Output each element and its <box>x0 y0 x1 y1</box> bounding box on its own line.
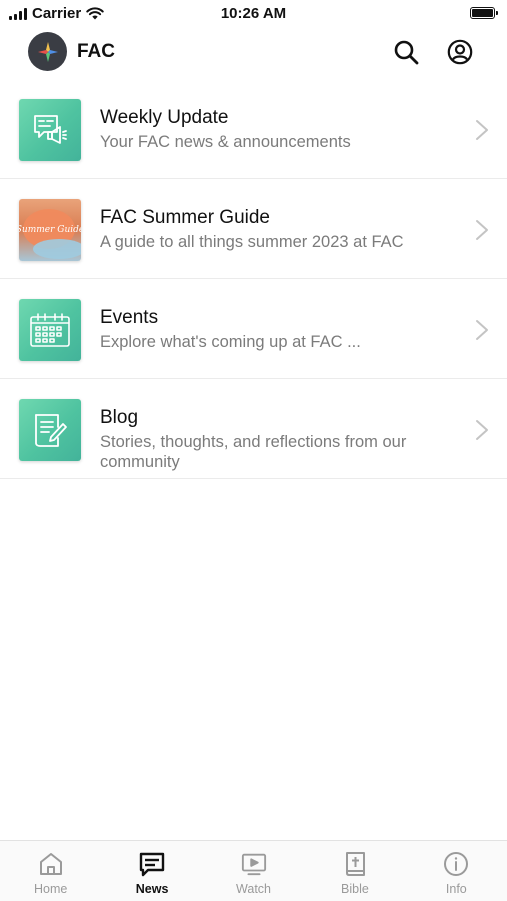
news-list: Weekly Update Your FAC news & announceme… <box>0 79 507 479</box>
note-pencil-icon <box>19 399 81 461</box>
bible-icon <box>342 851 368 877</box>
thumb-text: Summer Guide <box>19 225 81 235</box>
app-title: FAC <box>77 41 115 62</box>
info-icon <box>443 851 469 877</box>
tab-news[interactable]: News <box>101 841 202 901</box>
tab-label: Home <box>34 882 68 896</box>
summer-guide-thumbnail: Summer Guide <box>19 199 81 261</box>
news-icon <box>139 851 165 877</box>
item-subtitle: Stories, thoughts, and reflections from … <box>100 433 407 471</box>
tab-bible[interactable]: Bible <box>304 841 405 901</box>
tab-bar: Home News Watch Bible Info <box>0 840 507 901</box>
item-title: Weekly Update <box>100 107 229 128</box>
search-icon[interactable] <box>392 38 420 66</box>
item-subtitle: Explore what's coming up at FAC ... <box>100 333 361 351</box>
list-item-blog[interactable]: Blog Stories, thoughts, and reflections … <box>0 379 507 479</box>
status-bar: Carrier 10:26 AM <box>0 0 507 28</box>
calendar-icon <box>19 299 81 361</box>
item-title: Events <box>100 307 159 328</box>
chevron-right-icon <box>476 220 488 240</box>
tab-label: Watch <box>236 882 271 896</box>
chevron-right-icon <box>476 120 488 140</box>
home-icon <box>38 851 64 877</box>
status-time: 10:26 AM <box>220 5 287 22</box>
app-header: FAC <box>0 32 507 72</box>
tab-label: Bible <box>341 882 369 896</box>
tab-label: News <box>135 882 169 896</box>
list-item-weekly-update[interactable]: Weekly Update Your FAC news & announceme… <box>0 79 507 179</box>
list-item-events[interactable]: Events Explore what's coming up at FAC .… <box>0 279 507 379</box>
account-icon[interactable] <box>446 38 474 66</box>
tab-label: Info <box>445 882 467 896</box>
tab-watch[interactable]: Watch <box>203 841 304 901</box>
fac-logo-icon[interactable] <box>28 32 67 71</box>
item-title: Blog <box>100 407 139 428</box>
play-screen-icon <box>241 851 267 877</box>
list-item-summer-guide[interactable]: Summer Guide FAC Summer Guide A guide to… <box>0 179 507 279</box>
megaphone-icon <box>19 99 81 161</box>
item-title: FAC Summer Guide <box>100 207 270 228</box>
chevron-right-icon <box>476 320 488 340</box>
tab-info[interactable]: Info <box>406 841 507 901</box>
tab-home[interactable]: Home <box>0 841 101 901</box>
item-subtitle: Your FAC news & announcements <box>100 133 351 151</box>
battery-icon <box>470 7 498 19</box>
chevron-right-icon <box>476 420 488 440</box>
item-subtitle: A guide to all things summer 2023 at FAC <box>100 233 404 251</box>
